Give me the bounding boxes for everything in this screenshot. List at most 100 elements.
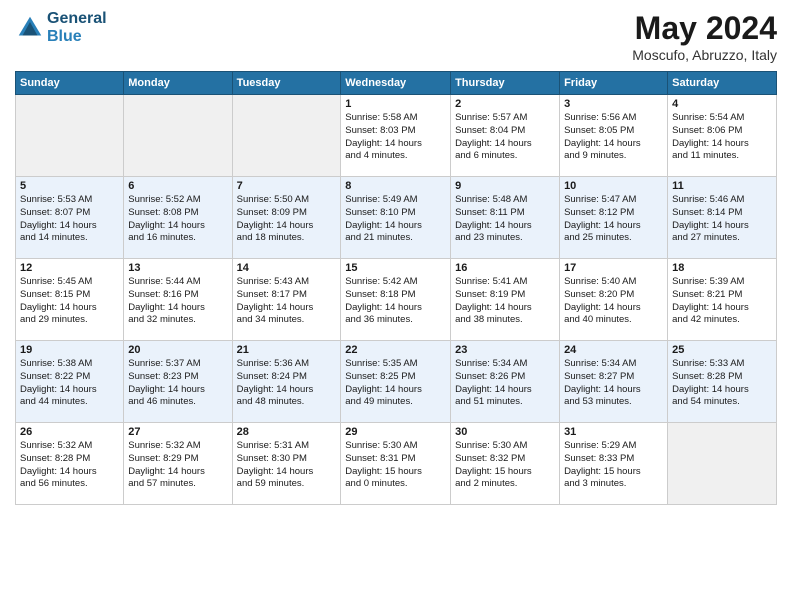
day-info: Sunrise: 5:53 AMSunset: 8:07 PMDaylight:… — [20, 194, 119, 245]
day-number: 12 — [20, 262, 119, 274]
day-number: 31 — [564, 426, 663, 438]
calendar-cell: 31 Sunrise: 5:29 AMSunset: 8:33 PMDayligh… — [560, 423, 668, 505]
calendar-cell — [16, 95, 124, 177]
day-number: 10 — [564, 180, 663, 192]
calendar-cell: 16 Sunrise: 5:41 AMSunset: 8:19 PMDayligh… — [451, 259, 560, 341]
col-thursday: Thursday — [451, 72, 560, 95]
calendar-cell — [232, 95, 341, 177]
week-row-4: 19 Sunrise: 5:38 AMSunset: 8:22 PMDayligh… — [16, 341, 777, 423]
day-info: Sunrise: 5:40 AMSunset: 8:20 PMDaylight:… — [564, 276, 663, 327]
calendar-cell: 7 Sunrise: 5:50 AMSunset: 8:09 PMDaylight… — [232, 177, 341, 259]
calendar-cell: 28Sunrise: 5:31 AMSunset: 8:30 PMDayligh… — [232, 423, 341, 505]
calendar-header-row: Sunday Monday Tuesday Wednesday Thursday… — [16, 72, 777, 95]
logo: General Blue — [15, 10, 107, 46]
day-number: 7 — [237, 180, 337, 192]
day-info: Sunrise: 5:50 AMSunset: 8:09 PMDaylight:… — [237, 194, 337, 245]
day-info: Sunrise: 5:34 AMSunset: 8:27 PMDaylight:… — [564, 358, 663, 409]
day-info: Sunrise: 5:30 AMSunset: 8:32 PMDaylight:… — [455, 440, 555, 491]
week-row-3: 12Sunrise: 5:45 AMSunset: 8:15 PMDayligh… — [16, 259, 777, 341]
day-number: 29 — [345, 426, 446, 438]
calendar-cell: 9Sunrise: 5:48 AMSunset: 8:11 PMDaylight… — [451, 177, 560, 259]
calendar-cell: 18Sunrise: 5:39 AMSunset: 8:21 PMDayligh… — [668, 259, 777, 341]
day-info: Sunrise: 5:46 AMSunset: 8:14 PMDaylight:… — [672, 194, 772, 245]
day-info: Sunrise: 5:42 AMSunset: 8:18 PMDaylight:… — [345, 276, 446, 327]
day-number: 16 — [455, 262, 555, 274]
calendar-cell: 10Sunrise: 5:47 AMSunset: 8:12 PMDayligh… — [560, 177, 668, 259]
day-number: 15 — [345, 262, 446, 274]
day-info: Sunrise: 5:49 AMSunset: 8:10 PMDaylight:… — [345, 194, 446, 245]
week-row-5: 26 Sunrise: 5:32 AMSunset: 8:28 PMDayligh… — [16, 423, 777, 505]
day-info: Sunrise: 5:30 AMSunset: 8:31 PMDaylight:… — [345, 440, 446, 491]
day-number: 4 — [672, 98, 772, 110]
calendar-cell: 13Sunrise: 5:44 AMSunset: 8:16 PMDayligh… — [124, 259, 232, 341]
calendar-cell: 19 Sunrise: 5:38 AMSunset: 8:22 PMDayligh… — [16, 341, 124, 423]
day-number: 6 — [128, 180, 227, 192]
day-info: Sunrise: 5:37 AMSunset: 8:23 PMDaylight:… — [128, 358, 227, 409]
day-number: 3 — [564, 98, 663, 110]
day-number: 24 — [564, 344, 663, 356]
day-number: 14 — [237, 262, 337, 274]
day-number: 22 — [345, 344, 446, 356]
day-info: Sunrise: 5:36 AMSunset: 8:24 PMDaylight:… — [237, 358, 337, 409]
day-info: Sunrise: 5:43 AMSunset: 8:17 PMDaylight:… — [237, 276, 337, 327]
day-number: 26 — [20, 426, 119, 438]
calendar-cell — [124, 95, 232, 177]
location: Moscufo, Abruzzo, Italy — [632, 47, 777, 63]
day-info: Sunrise: 5:38 AMSunset: 8:22 PMDaylight:… — [20, 358, 119, 409]
day-number: 23 — [455, 344, 555, 356]
logo-icon — [15, 13, 45, 43]
calendar-cell: 3 Sunrise: 5:56 AMSunset: 8:05 PMDaylight… — [560, 95, 668, 177]
calendar-cell: 29 Sunrise: 5:30 AMSunset: 8:31 PMDayligh… — [341, 423, 451, 505]
calendar-cell: 21 Sunrise: 5:36 AMSunset: 8:24 PMDayligh… — [232, 341, 341, 423]
calendar-cell: 5 Sunrise: 5:53 AMSunset: 8:07 PMDaylight… — [16, 177, 124, 259]
day-number: 25 — [672, 344, 772, 356]
day-info: Sunrise: 5:29 AMSunset: 8:33 PMDaylight:… — [564, 440, 663, 491]
day-number: 27 — [128, 426, 227, 438]
col-friday: Friday — [560, 72, 668, 95]
day-number: 2 — [455, 98, 555, 110]
day-info: Sunrise: 5:48 AMSunset: 8:11 PMDaylight:… — [455, 194, 555, 245]
day-number: 18 — [672, 262, 772, 274]
col-wednesday: Wednesday — [341, 72, 451, 95]
col-saturday: Saturday — [668, 72, 777, 95]
day-number: 11 — [672, 180, 772, 192]
calendar-cell: 26 Sunrise: 5:32 AMSunset: 8:28 PMDayligh… — [16, 423, 124, 505]
calendar-cell: 1Sunrise: 5:58 AMSunset: 8:03 PMDaylight… — [341, 95, 451, 177]
calendar-cell: 27Sunrise: 5:32 AMSunset: 8:29 PMDayligh… — [124, 423, 232, 505]
day-number: 17 — [564, 262, 663, 274]
calendar-cell: 20 Sunrise: 5:37 AMSunset: 8:23 PMDayligh… — [124, 341, 232, 423]
title-section: May 2024 Moscufo, Abruzzo, Italy — [632, 10, 777, 63]
day-info: Sunrise: 5:58 AMSunset: 8:03 PMDaylight:… — [345, 112, 446, 163]
calendar-cell: 8 Sunrise: 5:49 AMSunset: 8:10 PMDaylight… — [341, 177, 451, 259]
week-row-1: 1Sunrise: 5:58 AMSunset: 8:03 PMDaylight… — [16, 95, 777, 177]
day-number: 8 — [345, 180, 446, 192]
day-number: 21 — [237, 344, 337, 356]
day-number: 20 — [128, 344, 227, 356]
calendar-cell: 12Sunrise: 5:45 AMSunset: 8:15 PMDayligh… — [16, 259, 124, 341]
calendar-cell: 2 Sunrise: 5:57 AMSunset: 8:04 PMDaylight… — [451, 95, 560, 177]
calendar-cell: 15 Sunrise: 5:42 AMSunset: 8:18 PMDayligh… — [341, 259, 451, 341]
calendar-cell: 22Sunrise: 5:35 AMSunset: 8:25 PMDayligh… — [341, 341, 451, 423]
calendar-cell: 14 Sunrise: 5:43 AMSunset: 8:17 PMDayligh… — [232, 259, 341, 341]
col-sunday: Sunday — [16, 72, 124, 95]
week-row-2: 5 Sunrise: 5:53 AMSunset: 8:07 PMDaylight… — [16, 177, 777, 259]
day-info: Sunrise: 5:33 AMSunset: 8:28 PMDaylight:… — [672, 358, 772, 409]
col-monday: Monday — [124, 72, 232, 95]
day-info: Sunrise: 5:32 AMSunset: 8:28 PMDaylight:… — [20, 440, 119, 491]
day-number: 19 — [20, 344, 119, 356]
calendar-cell: 25 Sunrise: 5:33 AMSunset: 8:28 PMDayligh… — [668, 341, 777, 423]
page-header: General Blue May 2024 Moscufo, Abruzzo, … — [15, 10, 777, 63]
calendar-table: Sunday Monday Tuesday Wednesday Thursday… — [15, 71, 777, 505]
calendar-cell: 11 Sunrise: 5:46 AMSunset: 8:14 PMDayligh… — [668, 177, 777, 259]
calendar-cell: 24 Sunrise: 5:34 AMSunset: 8:27 PMDayligh… — [560, 341, 668, 423]
day-info: Sunrise: 5:31 AMSunset: 8:30 PMDaylight:… — [237, 440, 337, 491]
day-info: Sunrise: 5:56 AMSunset: 8:05 PMDaylight:… — [564, 112, 663, 163]
day-number: 30 — [455, 426, 555, 438]
day-number: 5 — [20, 180, 119, 192]
day-info: Sunrise: 5:41 AMSunset: 8:19 PMDaylight:… — [455, 276, 555, 327]
day-info: Sunrise: 5:54 AMSunset: 8:06 PMDaylight:… — [672, 112, 772, 163]
calendar-cell: 23Sunrise: 5:34 AMSunset: 8:26 PMDayligh… — [451, 341, 560, 423]
calendar-cell: 4 Sunrise: 5:54 AMSunset: 8:06 PMDaylight… — [668, 95, 777, 177]
day-info: Sunrise: 5:57 AMSunset: 8:04 PMDaylight:… — [455, 112, 555, 163]
calendar-cell: 30 Sunrise: 5:30 AMSunset: 8:32 PMDayligh… — [451, 423, 560, 505]
